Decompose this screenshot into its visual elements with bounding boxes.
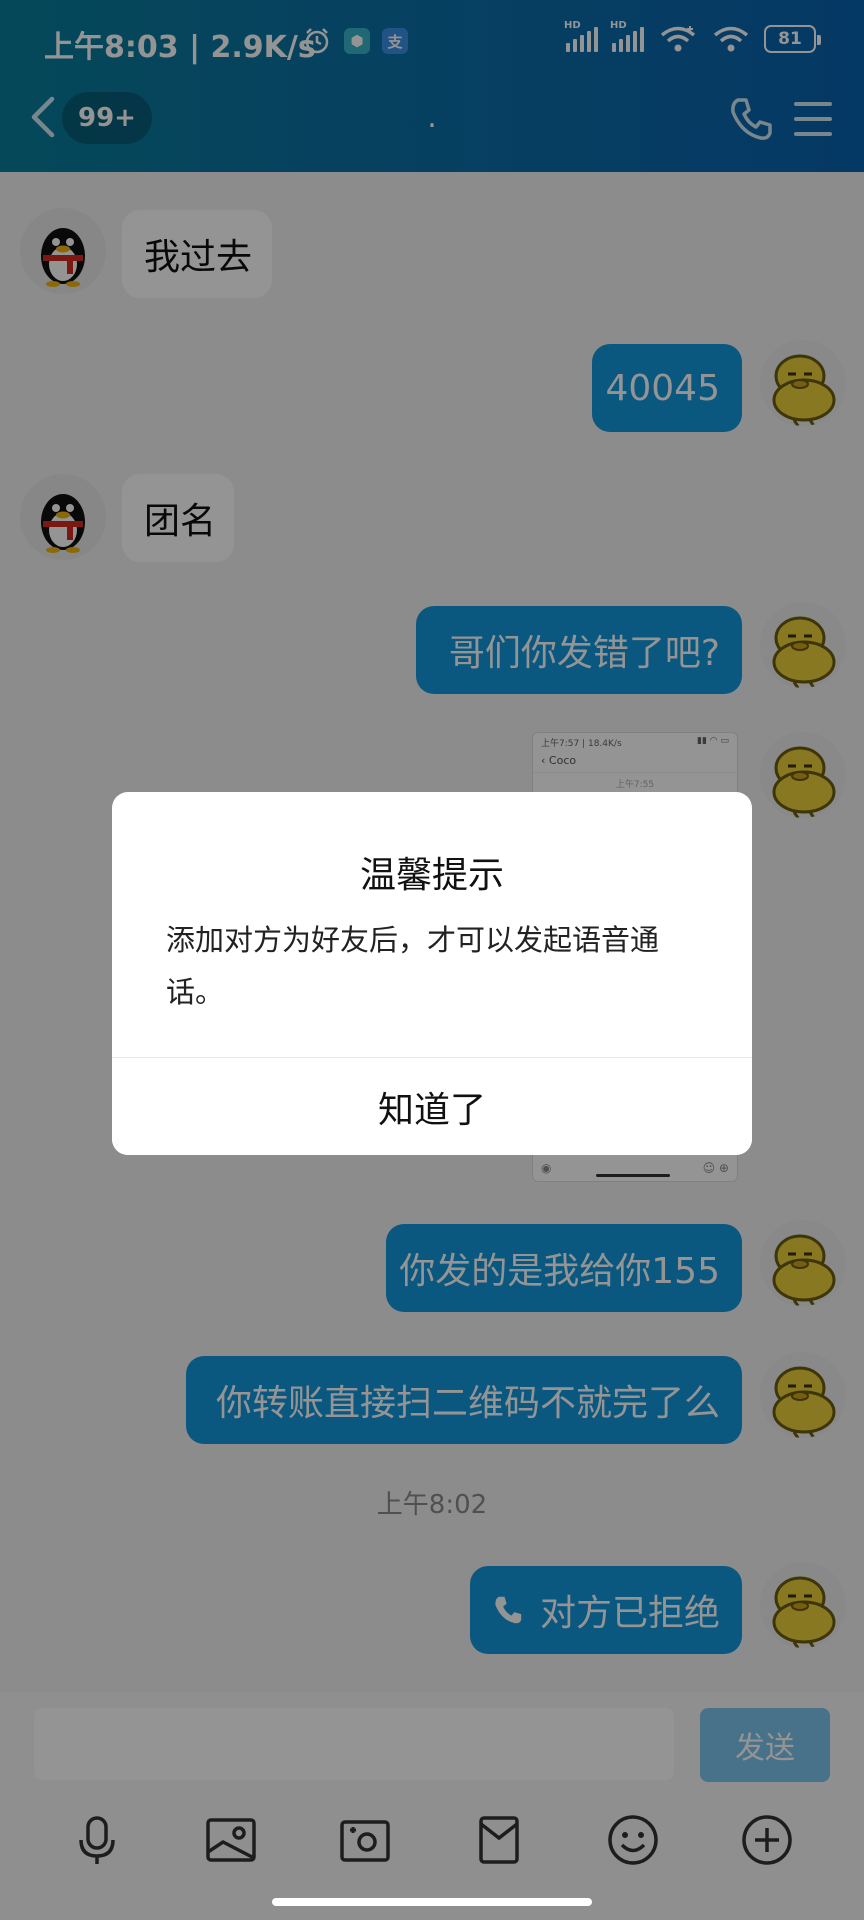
dialog-title: 温馨提示	[359, 855, 504, 896]
dialog-message: 添加对方为好友后，才可以发起语音通话。	[166, 923, 660, 1009]
alert-dialog: 温馨提示 添加对方为好友后，才可以发起语音通话。 知道了	[112, 792, 752, 1155]
home-indicator[interactable]	[272, 1898, 592, 1906]
dialog-ok-button[interactable]: 知道了	[112, 1058, 752, 1155]
